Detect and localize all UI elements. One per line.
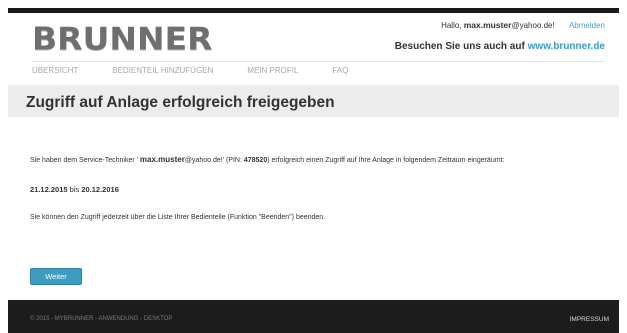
date-separator: bis bbox=[69, 185, 80, 194]
brunner-logo[interactable]: BRUNNER bbox=[32, 22, 213, 55]
date-to: 20.12.2016 bbox=[81, 185, 119, 194]
continue-button[interactable]: Weiter bbox=[30, 268, 82, 285]
access-period: 21.12.2015 bis 20.12.2016 bbox=[30, 185, 119, 194]
page-title: Zugriff auf Anlage erfolgreich freigegeb… bbox=[26, 94, 335, 111]
pin-value: 478520 bbox=[243, 157, 268, 164]
revoke-info-message: Sie können den Zugriff jederzeit über di… bbox=[30, 214, 326, 221]
visit-banner: Besuchen Sie uns auch auf www.brunner.de bbox=[395, 41, 605, 52]
access-granted-message: Sie haben dem Service-Techniker ' max.mu… bbox=[30, 155, 504, 164]
message-prefix: Sie haben dem Service-Techniker ' bbox=[30, 157, 140, 164]
brunner-website-link[interactable]: www.brunner.de bbox=[528, 41, 605, 52]
top-bar bbox=[8, 8, 619, 13]
greeting-username: max.muster bbox=[463, 20, 512, 30]
nav-item-overview[interactable]: ÜBERSICHT bbox=[32, 66, 78, 75]
greeting-email-domain: @yahoo.de! bbox=[511, 21, 555, 30]
visit-text: Besuchen Sie uns auch auf bbox=[394, 41, 525, 52]
logout-link[interactable]: Abmelden bbox=[569, 21, 605, 30]
technician-username: max.muster bbox=[139, 155, 185, 164]
nav-item-add-control-panel[interactable]: BEDIENTEIL HINZUFÜGEN bbox=[112, 66, 213, 75]
user-greeting: Hallo, max.muster@yahoo.de! Abmelden bbox=[441, 20, 605, 30]
nav-item-my-profile[interactable]: MEIN PROFIL bbox=[247, 66, 298, 75]
technician-email: @yahoo.de!' (PIN: bbox=[184, 157, 244, 164]
imprint-link[interactable]: IMPRESSUM bbox=[570, 316, 609, 323]
footer-copyright: © 2015 - MYBRUNNER - ANWENDUNG - DESKTOP bbox=[30, 316, 173, 322]
nav-item-faq[interactable]: FAQ bbox=[332, 66, 348, 75]
header-divider bbox=[32, 61, 605, 62]
footer: © 2015 - MYBRUNNER - ANWENDUNG - DESKTOP… bbox=[8, 300, 619, 333]
main-nav: ÜBERSICHT BEDIENTEIL HINZUFÜGEN MEIN PRO… bbox=[32, 66, 382, 75]
date-from: 21.12.2015 bbox=[30, 185, 68, 194]
page-frame: BRUNNER Hallo, max.muster@yahoo.de! Abme… bbox=[0, 0, 627, 333]
greeting-prefix: Hallo, bbox=[441, 21, 462, 30]
message-suffix: ) erfolgreich einen Zugriff auf Ihre Anl… bbox=[267, 157, 505, 164]
